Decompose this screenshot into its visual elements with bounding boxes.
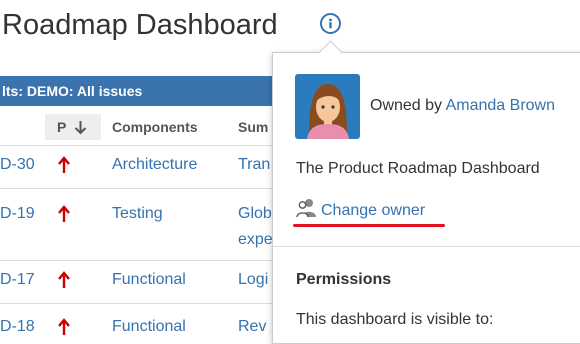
owned-by-text: Owned by Amanda Brown — [370, 97, 555, 115]
component-link[interactable]: Architecture — [112, 154, 197, 176]
info-circle-icon — [329, 18, 332, 29]
popup-divider — [272, 246, 580, 247]
gadget-title: lts: DEMO: All issues — [2, 83, 143, 99]
issue-key-link[interactable]: D-17 — [0, 269, 35, 291]
row-divider — [0, 303, 280, 304]
component-link[interactable]: Functional — [112, 316, 186, 338]
issue-key-link[interactable]: D-19 — [0, 203, 35, 225]
summary-link-continued[interactable]: expe — [238, 229, 273, 251]
row-divider — [0, 145, 280, 146]
column-header-summary[interactable]: Sum — [238, 114, 268, 140]
arrow-down-icon — [74, 117, 87, 143]
component-link[interactable]: Functional — [112, 269, 186, 291]
avatar — [295, 74, 360, 139]
user-swap-icon — [296, 198, 318, 226]
summary-link[interactable]: Tran — [238, 154, 270, 176]
row-divider — [0, 188, 280, 189]
visible-to-text: This dashboard is visible to: — [296, 311, 494, 328]
row-divider — [0, 260, 280, 261]
summary-link[interactable]: Glob — [238, 203, 272, 225]
change-owner-link[interactable]: Change owner — [296, 198, 425, 222]
owner-name-link[interactable]: Amanda Brown — [446, 97, 555, 114]
column-header-priority-label: P — [57, 119, 67, 135]
owned-by-prefix: Owned by — [370, 97, 446, 114]
column-header-components[interactable]: Components — [112, 114, 198, 140]
page-title: Roadmap Dashboard — [2, 9, 278, 41]
priority-high-icon — [58, 318, 70, 335]
issue-key-link[interactable]: D-30 — [0, 154, 35, 176]
summary-link[interactable]: Logi — [238, 269, 268, 291]
issue-key-link[interactable]: D-18 — [0, 316, 35, 338]
column-header-priority[interactable]: P — [45, 114, 101, 140]
priority-high-icon — [58, 271, 70, 288]
change-owner-label: Change owner — [321, 202, 426, 219]
summary-link[interactable]: Rev — [238, 316, 266, 338]
gadget-title-bar: lts: DEMO: All issues — [0, 76, 280, 106]
dashboard-description: The Product Roadmap Dashboard — [296, 160, 540, 177]
priority-high-icon — [58, 205, 70, 222]
priority-high-icon — [58, 156, 70, 173]
component-link[interactable]: Testing — [112, 203, 163, 225]
highlight-underline — [293, 224, 445, 227]
info-button[interactable] — [320, 13, 341, 34]
permissions-heading: Permissions — [296, 271, 392, 288]
